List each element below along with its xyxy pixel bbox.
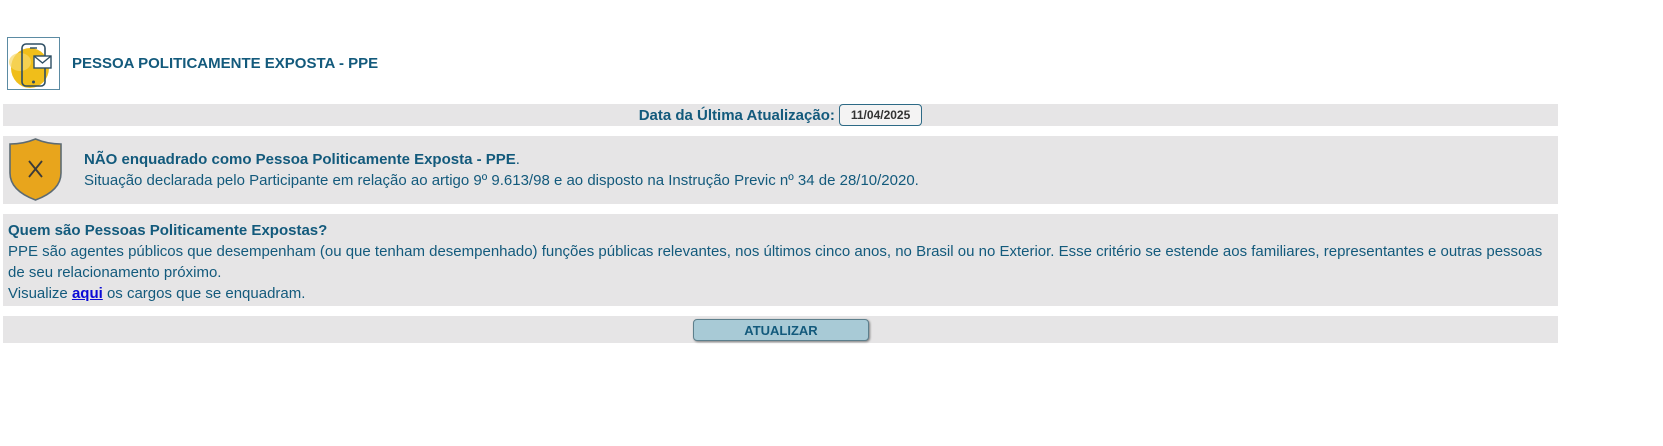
- update-date-label: Data da Última Atualização:: [638, 106, 835, 124]
- info-body: PPE são agentes públicos que desempenham…: [8, 243, 1543, 281]
- positions-link[interactable]: aqui: [72, 285, 103, 302]
- info-panel: Quem são Pessoas Politicamente Expostas?…: [3, 214, 1558, 306]
- phone-mail-icon: [7, 36, 60, 90]
- status-panel: NÃO enquadrado como Pessoa Politicamente…: [3, 136, 1558, 204]
- status-text: NÃO enquadrado como Pessoa Politicamente…: [84, 149, 919, 191]
- status-title-suffix: .: [515, 151, 520, 168]
- action-bar: ATUALIZAR: [3, 316, 1558, 343]
- info-link-prefix: Visualize: [8, 285, 72, 302]
- info-text: Quem são Pessoas Politicamente Expostas?…: [8, 220, 1552, 304]
- info-link-suffix: os cargos que se enquadram.: [102, 285, 306, 302]
- page-header: PESSOA POLITICAMENTE EXPOSTA - PPE: [7, 35, 378, 91]
- status-description: Situação declarada pelo Participante em …: [84, 172, 919, 189]
- page: PESSOA POLITICAMENTE EXPOSTA - PPE Data …: [0, 0, 1663, 446]
- update-date-bar: Data da Última Atualização: 11/04/2025: [3, 104, 1558, 126]
- info-heading: Quem são Pessoas Politicamente Expostas?: [8, 222, 328, 239]
- update-button[interactable]: ATUALIZAR: [693, 319, 869, 341]
- status-title: NÃO enquadrado como Pessoa Politicamente…: [84, 151, 516, 168]
- shield-x-icon: [9, 138, 62, 201]
- page-title: PESSOA POLITICAMENTE EXPOSTA - PPE: [72, 54, 379, 72]
- update-date-value: 11/04/2025: [838, 104, 923, 126]
